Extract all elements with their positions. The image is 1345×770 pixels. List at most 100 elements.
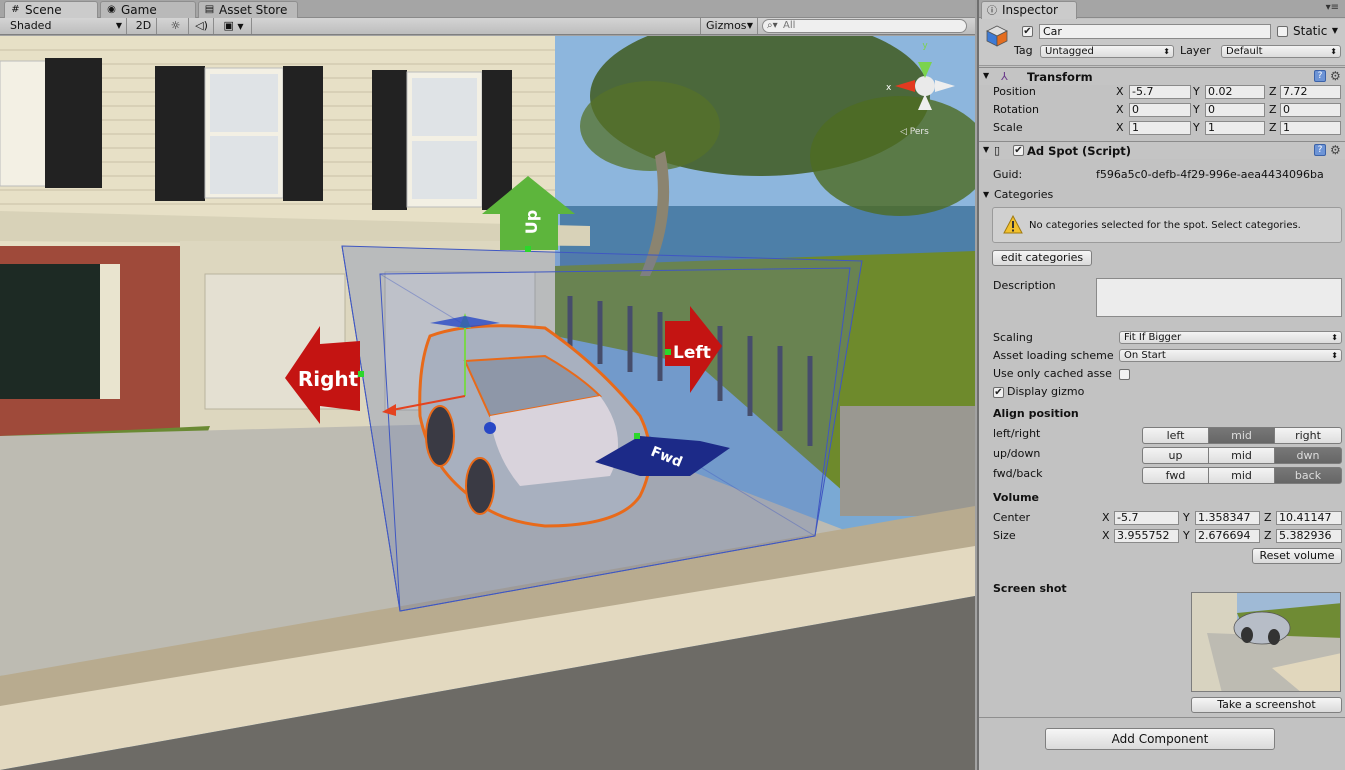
align-right-button[interactable]: right — [1274, 427, 1342, 444]
tag-label: Tag — [1014, 44, 1033, 57]
position-y-label: Y — [1193, 85, 1200, 98]
position-z-field[interactable]: 7.72 — [1280, 85, 1341, 99]
chevron-down-icon: ▼ — [237, 22, 244, 31]
foldout-arrow-icon[interactable]: ▼ — [983, 71, 989, 80]
align-up-label: up — [1168, 449, 1183, 462]
position-y-value: 0.02 — [1208, 85, 1233, 98]
static-dropdown[interactable]: ▼ — [1329, 25, 1341, 38]
align-back-button[interactable]: back — [1274, 467, 1342, 484]
gear-icon[interactable]: ⚙ — [1330, 70, 1342, 82]
loading-scheme-value: On Start — [1124, 350, 1166, 361]
lighting-toggle[interactable]: ☼ — [163, 18, 189, 34]
effects-dropdown[interactable]: ▣ ▼ — [216, 18, 252, 34]
scene-search-input[interactable]: ⌕▾ All — [762, 19, 967, 33]
help-icon[interactable]: ? — [1314, 144, 1326, 156]
search-placeholder: All — [783, 20, 796, 31]
align-ud-mid-button[interactable]: mid — [1208, 447, 1275, 464]
active-checkbox[interactable]: ✔ — [1022, 26, 1033, 37]
edit-categories-button[interactable]: edit categories — [992, 250, 1092, 266]
take-screenshot-button[interactable]: Take a screenshot — [1191, 697, 1342, 713]
projection-label[interactable]: ◁ Pers — [900, 127, 929, 137]
audio-toggle[interactable]: ◁) — [190, 18, 214, 34]
cached-assets-checkbox[interactable] — [1119, 369, 1130, 380]
gameobject-cube-icon — [986, 25, 1008, 47]
gizmos-dropdown[interactable]: Gizmos ▼ — [700, 18, 758, 34]
align-lr-mid-button[interactable]: mid — [1208, 427, 1275, 444]
size-z-field[interactable]: 5.382936 — [1276, 529, 1342, 543]
tab-asset-store-label: Asset Store — [219, 3, 288, 17]
object-name-value: Car — [1043, 25, 1062, 38]
scale-z-value: 1 — [1283, 121, 1290, 134]
gear-icon[interactable]: ⚙ — [1330, 144, 1342, 156]
transform-header[interactable]: ▼ ⅄ Transform ? ⚙ — [979, 67, 1345, 85]
rotation-x-field[interactable]: 0 — [1129, 103, 1191, 117]
center-y-value: 1.358347 — [1198, 511, 1251, 524]
take-screenshot-label: Take a screenshot — [1217, 698, 1316, 711]
scale-z-label: Z — [1269, 121, 1277, 134]
layer-dropdown[interactable]: Default ⬍ — [1221, 45, 1341, 58]
align-left-button[interactable]: left — [1142, 427, 1209, 444]
up-handle-label: Up — [522, 210, 541, 234]
scene-toolbar: Shaded ▼ 2D ☼ ◁) ▣ ▼ Gizmos ▼ ⌕▾ All — [0, 18, 975, 35]
tag-dropdown[interactable]: Untagged ⬍ — [1040, 45, 1174, 58]
size-x-field[interactable]: 3.955752 — [1114, 529, 1179, 543]
foldout-arrow-icon[interactable]: ▼ — [983, 188, 989, 202]
mode-2d-toggle[interactable]: 2D — [131, 18, 157, 34]
scale-z-field[interactable]: 1 — [1280, 121, 1341, 135]
scale-y-field[interactable]: 1 — [1205, 121, 1265, 135]
tab-scene[interactable]: # Scene — [4, 1, 98, 19]
guid-label: Guid: — [993, 168, 1023, 181]
front-door — [0, 264, 100, 399]
scene-viewport[interactable]: Up Right Left Fwd y x ◁ Pers — [0, 36, 975, 770]
scene-canvas[interactable]: Up Right Left Fwd y x ◁ Pers — [0, 36, 975, 770]
shading-mode-dropdown[interactable]: Shaded ▼ — [0, 18, 127, 34]
scaling-dropdown[interactable]: Fit If Bigger ⬍ — [1119, 331, 1342, 344]
center-x-label: X — [1102, 511, 1110, 524]
chevron-updown-icon: ⬍ — [1163, 47, 1170, 56]
reset-volume-button[interactable]: Reset volume — [1252, 548, 1342, 564]
asset-store-icon: ▤ — [204, 4, 215, 15]
center-x-field[interactable]: -5.7 — [1114, 511, 1179, 525]
chevron-down-icon: ▼ — [115, 21, 122, 30]
tab-asset-store[interactable]: ▤ Asset Store — [198, 1, 298, 18]
rotation-y-field[interactable]: 0 — [1205, 103, 1265, 117]
left-handle-label: Left — [673, 343, 711, 363]
rotation-x-label: X — [1116, 103, 1124, 116]
align-up-button[interactable]: up — [1142, 447, 1209, 464]
ad-spot-enabled-checkbox[interactable]: ✔ — [1013, 145, 1024, 156]
scale-x-field[interactable]: 1 — [1129, 121, 1191, 135]
static-checkbox[interactable] — [1277, 26, 1288, 37]
panel-menu-icon[interactable]: ▾≡ — [1326, 2, 1339, 13]
center-y-field[interactable]: 1.358347 — [1195, 511, 1260, 525]
position-x-field[interactable]: -5.7 — [1129, 85, 1191, 99]
gizmos-label: Gizmos — [706, 19, 747, 32]
description-textarea[interactable] — [1096, 278, 1342, 317]
align-lr-mid-label: mid — [1231, 429, 1252, 442]
chevron-down-icon: ▼ — [1331, 26, 1338, 35]
size-y-field[interactable]: 2.676694 — [1195, 529, 1260, 543]
object-header: ✔ Car Static ▼ Tag Untagged ⬍ Layer Defa… — [979, 19, 1345, 66]
display-gizmo-checkbox[interactable]: ✔ — [993, 387, 1004, 398]
center-label: Center — [993, 511, 1031, 524]
center-z-field[interactable]: 10.41147 — [1276, 511, 1342, 525]
screenshot-title: Screen shot — [993, 582, 1067, 595]
align-down-button[interactable]: dwn — [1274, 447, 1342, 464]
volume-title: Volume — [993, 491, 1039, 504]
loading-scheme-dropdown[interactable]: On Start ⬍ — [1119, 349, 1342, 362]
fwd-back-label: fwd/back — [993, 467, 1043, 480]
object-name-input[interactable]: Car — [1039, 24, 1271, 39]
size-x-label: X — [1102, 529, 1110, 542]
chevron-updown-icon: ⬍ — [1331, 351, 1338, 360]
ad-spot-title: Ad Spot (Script) — [1027, 144, 1132, 158]
categories-foldout[interactable]: Categories — [994, 188, 1053, 202]
position-y-field[interactable]: 0.02 — [1205, 85, 1265, 99]
align-fb-mid-button[interactable]: mid — [1208, 467, 1275, 484]
foldout-arrow-icon[interactable]: ▼ — [983, 145, 989, 154]
rotation-z-field[interactable]: 0 — [1280, 103, 1341, 117]
ad-spot-header[interactable]: ▼ ▯ ✔ Ad Spot (Script) ? ⚙ — [979, 141, 1345, 159]
tab-game[interactable]: ◉ Game — [100, 1, 196, 18]
help-icon[interactable]: ? — [1314, 70, 1326, 82]
tab-inspector[interactable]: ⓘ Inspector — [981, 1, 1077, 19]
add-component-button[interactable]: Add Component — [1045, 728, 1275, 750]
align-fwd-button[interactable]: fwd — [1142, 467, 1209, 484]
